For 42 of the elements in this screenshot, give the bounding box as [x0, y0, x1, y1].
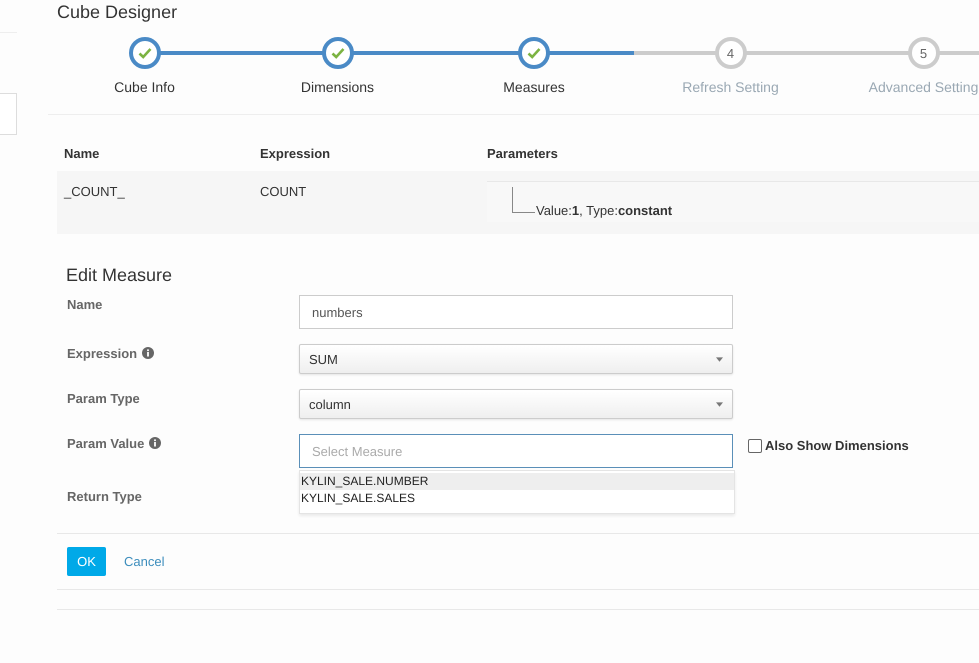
step-circle[interactable]: 4	[714, 37, 746, 69]
column-header: Name	[63, 146, 100, 161]
table-cell-text: _COUNT_	[62, 183, 126, 201]
cancel-link[interactable]: Cancel	[124, 554, 164, 569]
checkbox-label: Also Show Dimensions	[765, 438, 909, 453]
field-label: Name	[67, 297, 102, 312]
dropdown-option[interactable]: KYLIN_SALE.NUMBER	[300, 473, 734, 490]
table-cell-text: COUNT	[260, 183, 308, 201]
info-icon[interactable]	[149, 437, 162, 449]
info-icon[interactable]	[142, 347, 154, 359]
field-label: Param Value	[67, 436, 144, 451]
step-number: 4	[726, 46, 734, 60]
field-label: Param Type	[67, 391, 140, 406]
step-number: 5	[920, 46, 928, 60]
step-circle[interactable]	[128, 37, 160, 69]
column-header: Expression	[260, 146, 332, 161]
step-circle[interactable]: 5	[908, 37, 940, 69]
step-circle[interactable]	[322, 37, 354, 69]
page-title: Cube Designer	[57, 1, 178, 24]
checkbox[interactable]	[748, 438, 762, 452]
search-field[interactable]: Select Measure	[299, 434, 733, 468]
step-label: Advanced Setting	[868, 79, 978, 95]
field-label: Expression	[67, 346, 138, 361]
section-title: Edit Measure	[66, 264, 174, 287]
step-label: Dimensions	[300, 79, 374, 95]
caret-icon	[716, 402, 723, 406]
name-field[interactable]: numbers	[299, 295, 733, 329]
field-label: Return Type	[67, 488, 142, 504]
select-field[interactable]: SUM	[299, 344, 733, 374]
tree-line	[512, 187, 535, 213]
dropdown-option[interactable]: KYLIN_SALE.SALES	[300, 490, 734, 507]
parameter-text: Value:1, Type:constant	[536, 203, 672, 218]
step-label: Measures	[503, 79, 565, 95]
column-header: Parameters	[487, 146, 559, 161]
step-circle[interactable]	[518, 37, 550, 69]
select-field[interactable]: column	[299, 389, 733, 419]
check-icon	[138, 47, 152, 59]
check-icon	[330, 47, 344, 59]
check-icon	[527, 47, 541, 59]
step-label: Refresh Setting	[682, 79, 779, 95]
step-label: Cube Info	[114, 79, 175, 95]
caret-icon	[716, 356, 723, 362]
